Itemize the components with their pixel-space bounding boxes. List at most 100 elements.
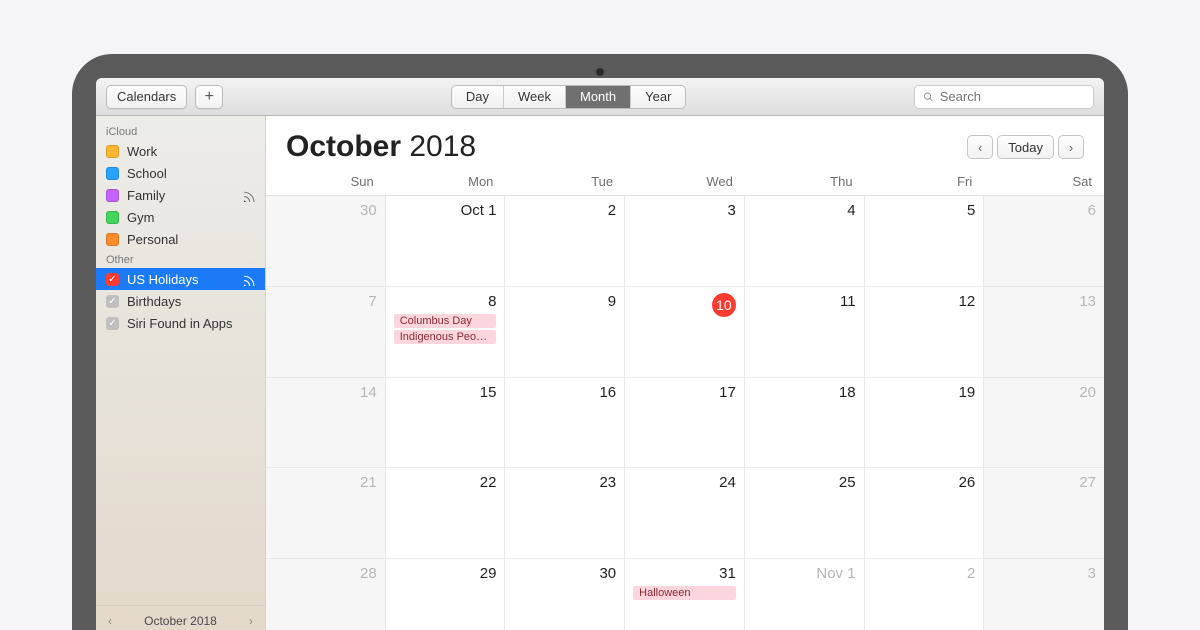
day-cell[interactable]: 30	[505, 559, 625, 630]
day-cell[interactable]: 28	[266, 559, 386, 630]
day-cell[interactable]: 24	[625, 468, 745, 559]
day-cell[interactable]: 22	[386, 468, 506, 559]
event-pill[interactable]: Halloween	[633, 586, 736, 600]
shared-icon	[242, 273, 255, 286]
event-pill[interactable]: Indigenous Peo…	[394, 330, 497, 344]
day-number: 2	[873, 565, 976, 582]
day-number: 4	[753, 202, 856, 219]
view-year[interactable]: Year	[631, 86, 685, 108]
day-cell[interactable]: 23	[505, 468, 625, 559]
day-number: 2	[513, 202, 616, 219]
day-cell[interactable]: 2	[505, 196, 625, 287]
day-cell[interactable]: 13	[984, 287, 1104, 378]
day-cell[interactable]: 30	[266, 196, 386, 287]
day-number: Oct 1	[394, 202, 497, 219]
weekday-label: Tue	[505, 174, 625, 189]
view-week[interactable]: Week	[504, 86, 566, 108]
day-cell[interactable]: 8Columbus DayIndigenous Peo…	[386, 287, 506, 378]
day-cell[interactable]: 19	[865, 378, 985, 469]
sidebar-item-label: Family	[127, 188, 165, 203]
chevron-left-icon: ‹	[978, 140, 982, 155]
sidebar-item[interactable]: Work	[96, 140, 265, 162]
day-cell[interactable]: 17	[625, 378, 745, 469]
next-month-button[interactable]: ›	[1058, 135, 1084, 159]
calendar-color-swatch	[106, 189, 119, 202]
day-cell[interactable]: 4	[745, 196, 865, 287]
day-cell[interactable]: 10	[625, 287, 745, 378]
calendar-main: October 2018 ‹ Today ›	[266, 116, 1104, 630]
day-cell[interactable]: 3	[984, 559, 1104, 630]
checkbox-icon: ✓	[106, 295, 119, 308]
search-icon	[923, 91, 934, 103]
checkbox-icon: ✓	[106, 273, 119, 286]
sidebar-item[interactable]: School	[96, 162, 265, 184]
day-cell[interactable]: 7	[266, 287, 386, 378]
day-number: 30	[274, 202, 377, 219]
shared-icon	[242, 189, 255, 202]
day-cell[interactable]: 9	[505, 287, 625, 378]
prev-month-button[interactable]: ‹	[967, 135, 993, 159]
day-cell[interactable]: 20	[984, 378, 1104, 469]
day-cell[interactable]: 12	[865, 287, 985, 378]
day-number: 23	[513, 474, 616, 491]
day-number: 9	[513, 293, 616, 310]
day-number: 21	[274, 474, 377, 491]
add-button[interactable]: +	[195, 85, 223, 109]
calendar-color-swatch	[106, 211, 119, 224]
day-number: 13	[992, 293, 1096, 310]
day-number: 12	[873, 293, 976, 310]
weekday-label: Thu	[745, 174, 865, 189]
sidebar-item[interactable]: ✓ Birthdays	[96, 290, 265, 312]
day-cell[interactable]: 18	[745, 378, 865, 469]
day-number: 29	[394, 565, 497, 582]
day-cell[interactable]: 6	[984, 196, 1104, 287]
sidebar-item[interactable]: Family	[96, 184, 265, 206]
calendar-color-swatch	[106, 167, 119, 180]
sidebar-item[interactable]: Gym	[96, 206, 265, 228]
calendar-color-swatch	[106, 233, 119, 246]
day-number: 3	[633, 202, 736, 219]
day-number: 14	[274, 384, 377, 401]
day-cell[interactable]: 31Halloween	[625, 559, 745, 630]
sidebar-item[interactable]: Personal	[96, 228, 265, 250]
sidebar-group-title: Other	[96, 250, 265, 268]
mini-prev-button[interactable]: ‹	[108, 614, 112, 628]
mini-calendar: ‹ October 2018 › SMTWTFS	[96, 605, 265, 630]
mini-next-button[interactable]: ›	[249, 614, 253, 628]
day-cell[interactable]: 2	[865, 559, 985, 630]
day-cell[interactable]: 14	[266, 378, 386, 469]
day-cell[interactable]: 5	[865, 196, 985, 287]
day-cell[interactable]: 16	[505, 378, 625, 469]
calendar-app: Calendars + Day Week Month Year	[96, 78, 1104, 630]
view-month[interactable]: Month	[566, 86, 631, 108]
day-cell[interactable]: 15	[386, 378, 506, 469]
search-input[interactable]	[940, 89, 1085, 104]
day-cell[interactable]: Nov 1	[745, 559, 865, 630]
sidebar-item[interactable]: ✓US Holidays	[96, 268, 265, 290]
day-cell[interactable]: Oct 1	[386, 196, 506, 287]
weekday-label: Sun	[266, 174, 386, 189]
checkbox-icon: ✓	[106, 317, 119, 330]
day-cell[interactable]: 21	[266, 468, 386, 559]
camera-dot	[596, 68, 604, 76]
sidebar-item[interactable]: ✓ Siri Found in Apps	[96, 312, 265, 334]
event-pill[interactable]: Columbus Day	[394, 314, 497, 328]
today-indicator: 10	[712, 293, 736, 317]
search-field[interactable]	[914, 85, 1094, 109]
today-button[interactable]: Today	[997, 135, 1054, 159]
sidebar-item-label: Siri Found in Apps	[127, 316, 233, 331]
view-day[interactable]: Day	[452, 86, 504, 108]
day-cell[interactable]: 29	[386, 559, 506, 630]
calendars-button[interactable]: Calendars	[106, 85, 187, 109]
sidebar-item-label: Birthdays	[127, 294, 181, 309]
day-cell[interactable]: 25	[745, 468, 865, 559]
sidebar-item-label: Work	[127, 144, 157, 159]
sidebar: iCloudWorkSchoolFamilyGymPersonalOther✓U…	[96, 116, 266, 630]
day-number: 28	[274, 565, 377, 582]
day-cell[interactable]: 3	[625, 196, 745, 287]
day-number: 25	[753, 474, 856, 491]
day-cell[interactable]: 27	[984, 468, 1104, 559]
day-number: 15	[394, 384, 497, 401]
day-cell[interactable]: 11	[745, 287, 865, 378]
day-cell[interactable]: 26	[865, 468, 985, 559]
